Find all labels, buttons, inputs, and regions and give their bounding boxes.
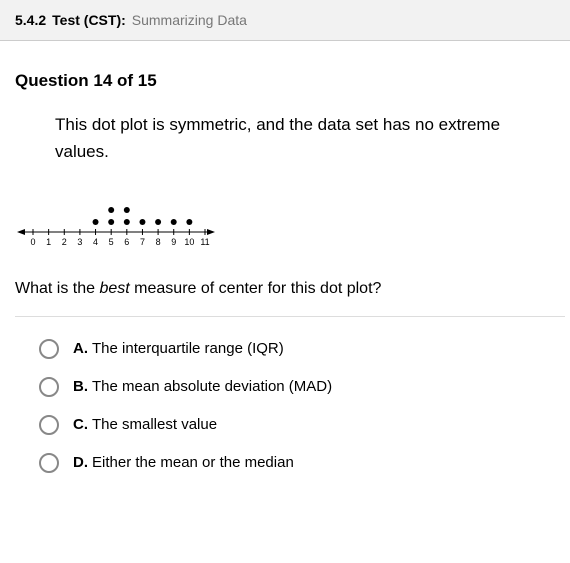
svg-text:6: 6 — [124, 237, 129, 247]
question-content: Question 14 of 15 This dot plot is symme… — [0, 41, 570, 506]
prompt-em: best — [99, 280, 129, 297]
option-d[interactable]: D.Either the mean or the median — [39, 453, 555, 473]
option-text: The smallest value — [92, 416, 217, 433]
svg-text:7: 7 — [140, 237, 145, 247]
svg-text:10: 10 — [184, 237, 194, 247]
svg-text:1: 1 — [46, 237, 51, 247]
prompt-post: measure of center for this dot plot? — [130, 280, 382, 297]
divider — [15, 316, 565, 317]
dot-plot: 0 1 23 4 56 7 89 10 11 — [15, 190, 215, 250]
svg-text:5: 5 — [109, 237, 114, 247]
question-number: Question 14 of 15 — [15, 71, 555, 91]
question-prompt: What is the best measure of center for t… — [15, 280, 555, 298]
answer-options: A.The interquartile range (IQR) B.The me… — [39, 339, 555, 473]
radio-icon — [39, 377, 59, 397]
question-text: This dot plot is symmetric, and the data… — [55, 111, 515, 165]
svg-text:3: 3 — [77, 237, 82, 247]
option-a[interactable]: A.The interquartile range (IQR) — [39, 339, 555, 359]
section-code: 5.4.2 — [15, 12, 46, 28]
prompt-pre: What is the — [15, 280, 99, 297]
radio-icon — [39, 415, 59, 435]
option-letter: D. — [73, 454, 88, 471]
option-letter: C. — [73, 416, 88, 433]
radio-icon — [39, 339, 59, 359]
test-label: Test (CST): — [52, 12, 126, 28]
option-letter: A. — [73, 340, 88, 357]
option-b[interactable]: B.The mean absolute deviation (MAD) — [39, 377, 555, 397]
svg-text:2: 2 — [62, 237, 67, 247]
option-c[interactable]: C.The smallest value — [39, 415, 555, 435]
option-letter: B. — [73, 378, 88, 395]
test-title: Summarizing Data — [132, 12, 247, 28]
radio-icon — [39, 453, 59, 473]
svg-text:0: 0 — [30, 237, 35, 247]
option-text: The interquartile range (IQR) — [92, 340, 284, 357]
option-text: The mean absolute deviation (MAD) — [92, 378, 332, 395]
svg-text:9: 9 — [171, 237, 176, 247]
option-text: Either the mean or the median — [92, 454, 294, 471]
svg-text:8: 8 — [156, 237, 161, 247]
test-header: 5.4.2 Test (CST): Summarizing Data — [0, 0, 570, 41]
svg-text:4: 4 — [93, 237, 98, 247]
svg-text:11: 11 — [200, 237, 209, 247]
